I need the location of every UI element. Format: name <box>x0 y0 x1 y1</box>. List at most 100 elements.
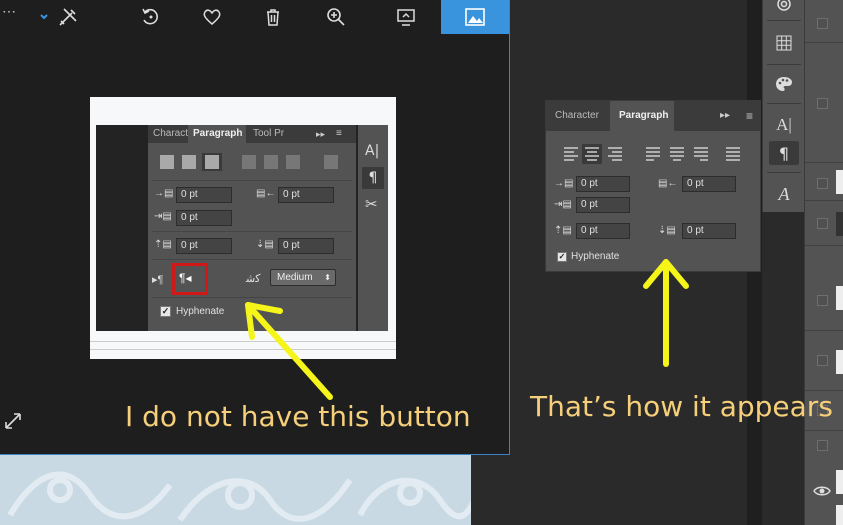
justify-all-icon <box>726 147 740 161</box>
layer-thumbnail <box>836 170 843 194</box>
indent-left-field[interactable]: 0 pt <box>576 176 630 192</box>
indent-right-field[interactable]: 0 pt <box>682 176 736 192</box>
panel-menu-icon[interactable]: ≡ <box>746 101 753 131</box>
tab-paragraph[interactable]: Paragraph <box>188 125 246 143</box>
panel-dock: A| ¶ A <box>762 0 804 212</box>
kashida-dropdown[interactable]: Medium ⬍ <box>270 269 336 286</box>
indent-left-icon: →▤ <box>154 188 174 199</box>
rtl-paragraph-button[interactable]: ¶◂ <box>179 271 191 285</box>
layer-thumbnail <box>836 505 843 525</box>
photo-icon <box>465 8 485 26</box>
layer-visibility-box[interactable] <box>817 18 828 29</box>
layer-visibility-box[interactable] <box>817 178 828 189</box>
share-button[interactable] <box>386 0 426 34</box>
indent-right-field[interactable]: 0 pt <box>278 187 334 203</box>
ltr-paragraph-icon: ▸¶ <box>152 274 164 286</box>
space-before-field[interactable]: 0 pt <box>576 223 630 239</box>
indent-left-field[interactable]: 0 pt <box>176 187 232 203</box>
grid-button[interactable] <box>769 31 799 55</box>
kashida-dropdown-value: Medium <box>277 272 313 283</box>
embedded-tool-column: A| ¶ ✂ <box>358 125 388 331</box>
indent-right-icon: ▤← <box>658 178 678 189</box>
character-panel-icon[interactable]: A| <box>365 143 379 159</box>
character-panel-icon[interactable]: A| <box>769 113 799 137</box>
cc-libraries-button[interactable] <box>769 0 799 16</box>
tab-character[interactable]: Character <box>546 101 610 131</box>
trash-icon <box>267 9 279 26</box>
justify-last-right-icon <box>694 147 708 161</box>
tab-tool-presets[interactable]: Tool Pr <box>248 125 294 143</box>
annotation-arrow-left <box>245 302 333 400</box>
annotation-arrow-right <box>643 259 689 367</box>
edit-tools-icon <box>59 8 77 26</box>
paragraph-panel-icon[interactable]: ¶ <box>362 167 384 189</box>
layer-thumbnail <box>836 350 843 374</box>
paragraph-panel-icon[interactable]: ¶ <box>769 141 799 165</box>
panel-overflow-text[interactable]: ▸▸ <box>720 101 730 131</box>
layer-thumbnail <box>836 286 843 310</box>
rotate-icon <box>142 8 158 25</box>
zoom-in-icon <box>327 8 345 26</box>
panel-overflow-text[interactable]: ▸▸ <box>316 125 325 143</box>
cc-libraries-icon <box>777 0 791 11</box>
layer-visibility-box[interactable] <box>817 218 828 229</box>
edit-tools-button[interactable] <box>48 0 88 34</box>
hyphenate-label: Hyphenate <box>176 306 225 317</box>
first-line-indent-field[interactable]: 0 pt <box>176 210 232 226</box>
heart-icon <box>203 9 221 25</box>
dropdown-arrow-icon: ⬍ <box>324 273 331 282</box>
paragraph-panel: Character Paragraph ▸▸ ≡ →▤ 0 pt ▤← 0 pt… <box>545 100 761 272</box>
palette-icon <box>776 77 792 91</box>
justify-last-center-icon <box>670 147 684 161</box>
annotation-caption-left: I do not have this button <box>125 400 471 433</box>
layer-visibility-box[interactable] <box>817 295 828 306</box>
indent-left-icon: →▤ <box>554 178 574 189</box>
grid-icon <box>776 35 792 51</box>
eye-icon[interactable] <box>813 484 831 498</box>
space-before-icon: ⇡▤ <box>154 239 172 250</box>
justify-last-left-icon <box>646 147 660 161</box>
favorite-button[interactable] <box>192 0 232 34</box>
align-right-icon <box>608 147 622 161</box>
viewer-toolbar: ⋯ <box>0 0 510 34</box>
photo-view-button[interactable] <box>441 0 509 34</box>
layer-visibility-box[interactable] <box>817 98 828 109</box>
background-pattern <box>0 455 471 525</box>
hyphenate-checkbox[interactable]: ✓ <box>557 252 567 262</box>
zoom-button[interactable] <box>316 0 356 34</box>
embedded-panel-tabs: Charact Paragraph Tool Pr ▸▸ ≡ <box>148 125 356 143</box>
hyphenate-label: Hyphenate <box>571 251 620 262</box>
layer-thumbnail <box>836 212 843 236</box>
space-after-icon: ⇣▤ <box>658 225 676 236</box>
color-palette-button[interactable] <box>769 72 799 96</box>
layer-visibility-box[interactable] <box>817 355 828 366</box>
indent-right-icon: ▤← <box>256 188 276 199</box>
layer-thumbnail <box>836 470 843 494</box>
panel-tabs: Character Paragraph ▸▸ ≡ <box>546 101 760 131</box>
panel-menu-icon[interactable]: ≡ <box>336 125 342 143</box>
first-line-indent-icon: ⇥▤ <box>154 211 172 222</box>
tools-icon[interactable]: ✂ <box>365 195 378 213</box>
alignment-buttons[interactable] <box>560 144 750 164</box>
layer-visibility-box[interactable] <box>817 440 828 451</box>
annotation-caption-right: That’s how it appears <box>530 390 833 423</box>
space-after-field[interactable]: 0 pt <box>278 238 334 254</box>
rotate-button[interactable] <box>130 0 170 34</box>
hyphenate-checkbox[interactable]: ✓ <box>160 306 171 317</box>
tab-paragraph[interactable]: Paragraph <box>610 101 674 131</box>
space-after-field[interactable]: 0 pt <box>682 223 736 239</box>
kashida-icon: ﻛﺷ <box>246 273 261 285</box>
more-options-text[interactable]: ⋯ <box>2 3 16 20</box>
delete-button[interactable] <box>253 0 293 34</box>
layers-panel-strip <box>804 0 843 525</box>
tab-character[interactable]: Charact <box>148 125 188 143</box>
space-after-icon: ⇣▤ <box>256 239 274 250</box>
space-before-field[interactable]: 0 pt <box>176 238 232 254</box>
first-line-indent-icon: ⇥▤ <box>554 199 572 210</box>
share-screen-icon <box>397 9 415 26</box>
first-line-indent-field[interactable]: 0 pt <box>576 197 630 213</box>
glyphs-icon[interactable]: A <box>769 182 799 206</box>
space-before-icon: ⇡▤ <box>554 225 572 236</box>
alignment-buttons[interactable] <box>156 153 346 171</box>
expand-icon[interactable] <box>2 410 24 432</box>
